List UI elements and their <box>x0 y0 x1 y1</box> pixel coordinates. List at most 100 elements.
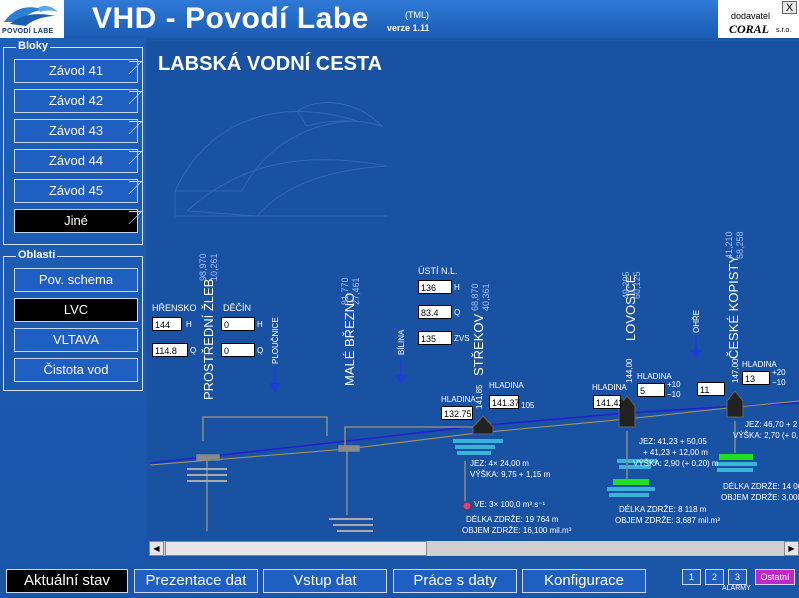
usti-zvs-value: 135 <box>418 331 452 345</box>
hrensko-label: HŘENSKO <box>152 303 197 313</box>
usti-h-unit: H <box>454 283 460 292</box>
lovosice-elev: 144,00 <box>625 358 634 383</box>
usti-h-value: 136 <box>418 280 452 294</box>
lovosice-jez2: + 41,23 + 12,00 m <box>643 448 708 457</box>
station-name-ceske-kopisty: ČESKÉ KOPISTY <box>726 254 741 359</box>
strekov-elev: 141,85 <box>475 384 484 409</box>
hrensko-h-unit: H <box>186 320 192 329</box>
decin-label: DĚČÍN <box>223 303 252 313</box>
nav-prezentace-dat[interactable]: Prezentace dat <box>134 569 258 593</box>
vendor-label: dodavatel <box>731 11 771 21</box>
decin-q-value: 0 <box>221 343 255 357</box>
strekov-hladina-low: 132.75 <box>441 406 473 420</box>
kopisty-plus: +20 <box>772 368 786 377</box>
strekov-delka: DÉLKA ZDRŽE: 19 764 m <box>466 515 559 524</box>
strekov-hladina-high: 141.37 <box>489 395 520 409</box>
usti-q-value: 83.4 <box>418 305 452 319</box>
station-name-strekov: STŘEKOV <box>471 313 486 376</box>
lovosice-hladina-high: 5 <box>637 383 665 397</box>
wave-logo-icon <box>4 5 58 26</box>
nav-aktualni-stav[interactable]: Aktuální stav <box>6 569 128 593</box>
nav-prace-s-daty[interactable]: Práce s daty <box>393 569 517 593</box>
station-name-prostredni-zleb: PROSTŘEDNÍ ŽLEB <box>201 278 216 400</box>
decin-q-unit: Q <box>257 346 264 355</box>
hrensko-q-value: 114.8 <box>152 343 188 357</box>
strekov-hladina2-label: HLADINA <box>489 381 524 390</box>
kopisty-vyska: VÝŠKA: 2,70 (+ 0, <box>733 431 799 440</box>
sidebar-item-label: Jiné <box>64 213 88 228</box>
alarm-2-button[interactable]: 2 <box>705 569 724 585</box>
sidebar-item-label: VLTAVA <box>53 332 99 347</box>
vendor-name: CORAL <box>729 22 770 36</box>
kopisty-jez: JEZ: 46,70 + 2 <box>745 420 798 429</box>
station-km2-male-brezno: 27,461 <box>351 277 361 305</box>
scroll-left-arrow-icon[interactable]: ◀ <box>149 541 164 556</box>
sidebar-item-lvc[interactable]: LVC <box>14 298 138 322</box>
oblasti-title: Oblasti <box>16 249 58 261</box>
sidebar-item-zavod-41[interactable]: Závod 41 <box>14 59 143 83</box>
station-km1-male-brezno: 81,770 <box>340 277 350 305</box>
main-panel: LABSKÁ VODNÍ CESTA HŘENSKO 144 H 114.8 Q… <box>147 41 799 557</box>
povodi-labe-logo: POVODÍ LABE <box>0 0 64 38</box>
usti-zvs-unit: ZVS <box>454 334 470 343</box>
station-km1-ceske-kopisty: 41,210 <box>724 231 734 259</box>
lovosice-minus: −10 <box>667 390 681 399</box>
tributary-ploucnice: PLOUČNICE <box>271 317 280 364</box>
sidebar-item-label: LVC <box>63 302 89 317</box>
vendor-suffix: s.r.o. <box>776 27 792 34</box>
lovosice-jez1: JEZ: 41,23 + 50,05 <box>639 437 707 446</box>
sidebar-item-label: Čistota vod <box>43 362 109 377</box>
sidebar-item-label: Závod 44 <box>48 153 104 168</box>
sidebar-item-zavod-43[interactable]: Závod 43 <box>14 119 143 143</box>
station-km1-strekov: 68,870 <box>470 283 480 311</box>
station-km2-ceske-kopisty: 68,258 <box>735 231 745 259</box>
alarm-3-button[interactable]: 3 <box>728 569 747 585</box>
sidebar-item-label: Závod 43 <box>48 123 104 138</box>
decin-h-unit: H <box>257 320 263 329</box>
nav-vstup-dat[interactable]: Vstup dat <box>263 569 387 593</box>
station-name-male-brezno: MALÉ BŘEZNO <box>342 292 357 386</box>
lovosice-hladina-label: HLADINA <box>592 383 627 392</box>
sidebar-item-label: Závod 42 <box>48 93 104 108</box>
decin-h-value: 0 <box>221 317 255 331</box>
hrensko-h-value: 144 <box>152 317 182 331</box>
usti-label: ÚSTÍ N.L. <box>418 266 458 276</box>
horizontal-scrollbar[interactable]: ◀ ▶ <box>149 541 799 556</box>
kopisty-hladina-high: 13 <box>742 371 770 385</box>
scroll-right-arrow-icon[interactable]: ▶ <box>784 541 799 556</box>
alarm-other-button[interactable]: Ostatní <box>755 569 795 585</box>
strekov-jez: JEZ: 4× 24,00 m <box>470 459 529 468</box>
tributary-bilina: BÍLINA <box>397 329 406 355</box>
sidebar-item-label: Pov. schema <box>38 272 114 287</box>
nav-konfigurace[interactable]: Konfigurace <box>522 569 646 593</box>
sidebar: Bloky Závod 41 Závod 42 Závod 43 Závod 4… <box>0 38 146 598</box>
app-title: VHD - Povodí Labe <box>92 2 369 35</box>
sidebar-item-cistota-vod[interactable]: Čistota vod <box>14 358 138 382</box>
station-km2-prostredni-zleb: 10,261 <box>209 253 219 281</box>
strekov-objem: OBJEM ZDRŽE: 16,100 mil.m³ <box>462 526 572 535</box>
strekov-mark: 105 <box>521 401 535 410</box>
sidebar-item-zavod-44[interactable]: Závod 44 <box>14 149 143 173</box>
close-button[interactable]: X <box>782 1 797 14</box>
station-km1-prostredni-zleb: 98,970 <box>198 253 208 281</box>
weir-prostredni-zleb <box>187 416 328 531</box>
lovosice-plus: +10 <box>667 380 681 389</box>
sidebar-item-zavod-42[interactable]: Závod 42 <box>14 89 143 113</box>
sidebar-item-zavod-45[interactable]: Závod 45 <box>14 179 143 203</box>
sidebar-item-jine[interactable]: Jiné <box>14 209 143 233</box>
lovosice-delka: DÉLKA ZDRŽE: 8 118 m <box>619 505 707 514</box>
bottom-nav: Aktuální stav Prezentace dat Vstup dat P… <box>0 566 799 598</box>
station-km2-lovosice: 60,125 <box>632 271 642 299</box>
kopisty-elev: 147,00 <box>731 358 740 383</box>
scroll-thumb[interactable] <box>165 541 427 556</box>
sidebar-item-pov-schema[interactable]: Pov. schema <box>14 268 138 292</box>
lovosice-hladina-low: 141.42 <box>593 395 624 409</box>
sidebar-item-vltava[interactable]: VLTAVA <box>14 328 138 352</box>
alarm-1-button[interactable]: 1 <box>682 569 701 585</box>
sidebar-item-label: Závod 41 <box>48 63 104 78</box>
kopisty-delka: DÉLKA ZDRŽE: 14 06 <box>723 482 799 491</box>
alarms-label: ALARMY <box>722 585 751 592</box>
tributary-ohre: OHŘE <box>692 309 701 333</box>
strekov-ve: VE: 3× 100,0 m³.s⁻¹ <box>474 500 546 509</box>
version-label: verze 1.11 <box>387 23 430 33</box>
